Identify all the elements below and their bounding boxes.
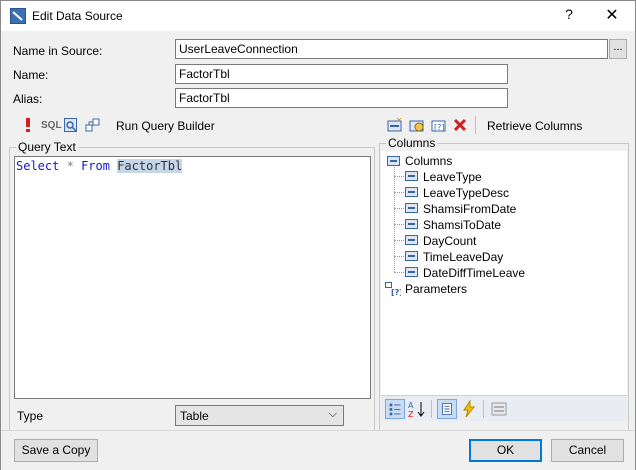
save-a-copy-button[interactable]: Save a Copy — [14, 439, 98, 462]
query-select-keyword: Select — [16, 159, 60, 173]
type-select-value: Table — [180, 409, 209, 423]
column-icon — [405, 251, 418, 261]
tree-column-item[interactable]: TimeLeaveDay — [423, 250, 503, 264]
new-parameter-icon[interactable]: [?] — [431, 117, 447, 133]
name-in-source-label: Name in Source: — [13, 44, 103, 58]
tree-column-item[interactable]: ShamsiFromDate — [423, 202, 516, 216]
name-field[interactable]: FactorTbl — [175, 64, 508, 84]
columns-group-label: Columns — [386, 136, 438, 150]
dialog-title: Edit Data Source — [32, 9, 123, 23]
column-icon — [405, 171, 418, 181]
svg-text:[?]: [?] — [391, 288, 401, 296]
columns-tree: Columns LeaveType LeaveTypeDesc ShamsiFr… — [381, 151, 627, 395]
events-lightning-icon[interactable] — [459, 399, 479, 419]
tree-column-item[interactable]: ShamsiToDate — [423, 218, 501, 232]
tree-connector — [394, 192, 404, 193]
tree-connector — [394, 240, 404, 241]
properties-toolbar-separator — [431, 400, 432, 418]
tree-root-columns[interactable]: Columns — [405, 154, 452, 168]
title-bar: Edit Data Source ? ✕ — [1, 1, 635, 31]
tree-column-item[interactable]: DayCount — [423, 234, 476, 248]
tree-connector — [394, 272, 404, 273]
column-icon — [405, 219, 418, 229]
query-preview-icon[interactable] — [64, 117, 78, 133]
edit-data-source-dialog: Edit Data Source ? ✕ Name in Source: Use… — [0, 0, 636, 470]
properties-icon[interactable] — [437, 399, 457, 419]
column-icon — [405, 187, 418, 197]
name-in-source-field[interactable]: UserLeaveConnection — [175, 39, 608, 59]
query-star-operator: * — [66, 159, 74, 173]
svg-text:[?]: [?] — [434, 123, 445, 132]
columns-folder-icon — [387, 156, 400, 166]
dialog-footer: Save a Copy OK Cancel — [1, 431, 635, 470]
tree-column-item[interactable]: LeaveType — [423, 170, 482, 184]
new-column-icon[interactable] — [387, 117, 403, 133]
tree-connector — [394, 256, 404, 257]
tree-connector — [394, 208, 404, 209]
retrieve-columns-button[interactable]: Retrieve Columns — [487, 119, 582, 133]
calc-column-icon[interactable] — [409, 117, 425, 133]
tree-column-item[interactable]: LeaveTypeDesc — [423, 186, 509, 200]
delete-icon[interactable] — [453, 117, 467, 133]
ok-button[interactable]: OK — [469, 439, 542, 462]
data-source-icon — [10, 8, 26, 24]
properties-toolbar: A Z — [381, 395, 627, 421]
svg-text:A: A — [408, 401, 414, 410]
query-text-editor[interactable]: Select * From FactorTbl — [14, 156, 371, 399]
help-button[interactable]: ? — [559, 6, 579, 26]
toolbar-separator — [475, 116, 476, 134]
sql-button[interactable]: SQL — [41, 120, 62, 131]
properties-toolbar-separator — [483, 400, 484, 418]
tree-column-item[interactable]: DateDiffTimeLeave — [423, 266, 525, 280]
tree-connector — [394, 176, 404, 177]
column-icon — [405, 235, 418, 245]
svg-text:Z: Z — [408, 410, 414, 419]
exclamation-icon[interactable] — [23, 117, 33, 133]
tree-connector — [394, 224, 404, 225]
tree-parameters[interactable]: Parameters — [405, 282, 467, 296]
run-query-builder-button[interactable]: Run Query Builder — [116, 119, 215, 133]
query-builder-icon[interactable] — [85, 117, 101, 133]
name-label: Name: — [13, 68, 49, 82]
chevron-down-icon: ⌵ — [328, 408, 337, 420]
close-button[interactable]: ✕ — [601, 5, 623, 27]
property-pages-icon[interactable] — [489, 399, 509, 419]
type-label: Type — [17, 409, 44, 423]
sort-alphabetical-icon[interactable]: A Z — [407, 399, 427, 419]
cancel-button[interactable]: Cancel — [551, 439, 624, 462]
browse-connection-button[interactable]: ... — [609, 39, 627, 59]
column-icon — [405, 267, 418, 277]
alias-field[interactable]: FactorTbl — [175, 88, 508, 108]
column-icon — [405, 203, 418, 213]
categorized-icon[interactable] — [385, 399, 405, 419]
parameters-icon: [?] — [385, 282, 401, 296]
type-select[interactable]: Table ⌵ — [175, 405, 344, 426]
query-text-group-label: Query Text — [16, 140, 78, 154]
alias-label: Alias: — [13, 92, 43, 106]
query-table-name: FactorTbl — [117, 159, 183, 173]
query-from-keyword: From — [81, 159, 110, 173]
